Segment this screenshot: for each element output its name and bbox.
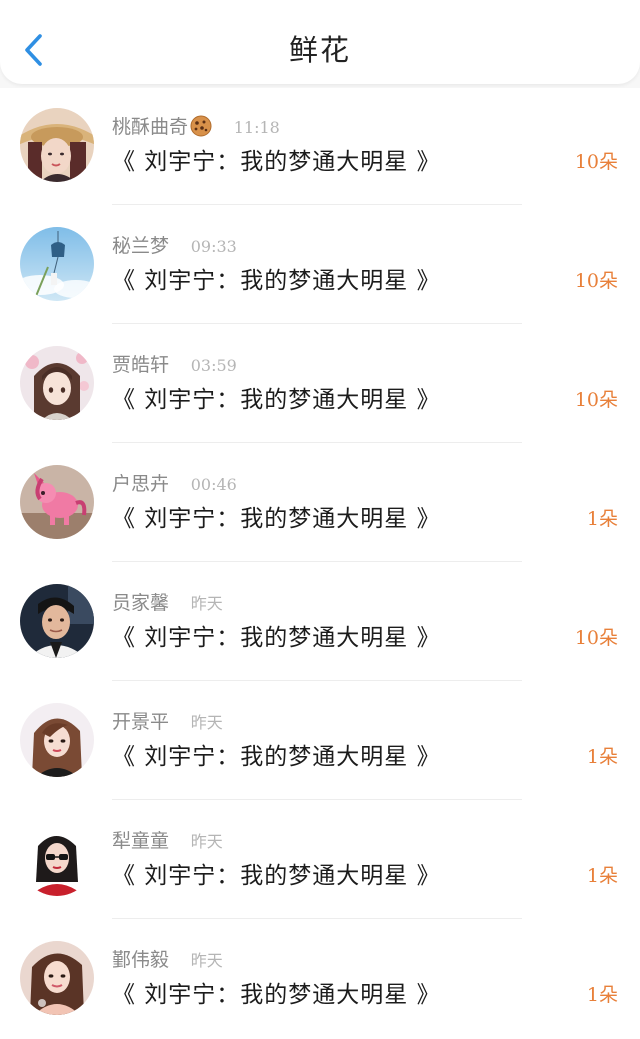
message-text: 《 刘宇宁：我的梦通大明星 》 — [112, 863, 441, 889]
avatar[interactable] — [20, 703, 94, 777]
flower-count: 10朵 — [574, 389, 618, 411]
message-text: 《 刘宇宁：我的梦通大明星 》 — [112, 506, 441, 532]
list-item[interactable]: 犁童童 昨天 《 刘宇宁：我的梦通大明星 》 1朵 — [0, 802, 640, 921]
divider — [112, 204, 522, 205]
top-bar: 鲜花 — [0, 0, 640, 84]
item-meta: 开景平 昨天 — [112, 707, 223, 737]
timestamp: 昨天 — [190, 832, 223, 851]
message-text: 《 刘宇宁：我的梦通大明星 》 — [112, 268, 441, 294]
timestamp: 11:18 — [233, 118, 280, 137]
message-text: 《 刘宇宁：我的梦通大明星 》 — [112, 744, 441, 770]
sender-name: 员家馨 — [112, 592, 170, 614]
item-meta: 秘兰梦 09:33 — [112, 231, 237, 261]
message-text: 《 刘宇宁：我的梦通大明星 》 — [112, 149, 441, 175]
flower-list: 桃酥曲奇 11:18 《 刘宇宁：我的梦通大明星 》 10朵 秘兰梦 09:33… — [0, 88, 640, 1039]
flower-count: 10朵 — [574, 270, 618, 292]
flower-count: 10朵 — [574, 627, 618, 649]
avatar[interactable] — [20, 584, 94, 658]
flowers-page: 鲜花 桃酥曲奇 11:18 《 刘宇宁：我的梦通大明星 》 10朵 秘兰梦 09… — [0, 0, 640, 1039]
avatar[interactable] — [20, 465, 94, 539]
avatar[interactable] — [20, 227, 94, 301]
item-meta: 鄞伟毅 昨天 — [112, 945, 223, 975]
divider — [112, 918, 522, 919]
divider — [112, 323, 522, 324]
message-text: 《 刘宇宁：我的梦通大明星 》 — [112, 625, 441, 651]
divider — [112, 680, 522, 681]
page-title: 鲜花 — [288, 33, 351, 67]
item-meta: 户思卉 00:46 — [112, 469, 237, 499]
avatar[interactable] — [20, 822, 94, 896]
sender-name: 秘兰梦 — [112, 235, 170, 257]
list-item[interactable]: 员家馨 昨天 《 刘宇宁：我的梦通大明星 》 10朵 — [0, 564, 640, 683]
timestamp: 昨天 — [190, 594, 223, 613]
flower-count: 1朵 — [586, 508, 618, 530]
item-meta: 贾皓轩 03:59 — [112, 350, 237, 380]
divider — [112, 799, 522, 800]
message-text: 《 刘宇宁：我的梦通大明星 》 — [112, 387, 441, 413]
flower-count: 1朵 — [586, 865, 618, 887]
timestamp: 昨天 — [190, 713, 223, 732]
list-item[interactable]: 桃酥曲奇 11:18 《 刘宇宁：我的梦通大明星 》 10朵 — [0, 88, 640, 207]
item-meta: 员家馨 昨天 — [112, 588, 223, 618]
divider — [112, 561, 522, 562]
avatar[interactable] — [20, 108, 94, 182]
divider — [112, 442, 522, 443]
list-item[interactable]: 秘兰梦 09:33 《 刘宇宁：我的梦通大明星 》 10朵 — [0, 207, 640, 326]
flower-count: 10朵 — [574, 151, 618, 173]
list-item[interactable]: 户思卉 00:46 《 刘宇宁：我的梦通大明星 》 1朵 — [0, 445, 640, 564]
timestamp: 09:33 — [190, 237, 237, 256]
item-meta: 犁童童 昨天 — [112, 826, 223, 856]
avatar[interactable] — [20, 941, 94, 1015]
sender-name: 开景平 — [112, 711, 170, 733]
message-text: 《 刘宇宁：我的梦通大明星 》 — [112, 982, 441, 1008]
sender-name: 犁童童 — [112, 830, 170, 852]
sender-name: 桃酥曲奇 — [112, 116, 189, 138]
sender-name: 鄞伟毅 — [112, 949, 170, 971]
item-meta: 桃酥曲奇 11:18 — [112, 112, 280, 142]
sender-name: 户思卉 — [112, 473, 170, 495]
list-item[interactable]: 贾皓轩 03:59 《 刘宇宁：我的梦通大明星 》 10朵 — [0, 326, 640, 445]
cookie-icon — [190, 115, 212, 147]
list-item[interactable]: 开景平 昨天 《 刘宇宁：我的梦通大明星 》 1朵 — [0, 683, 640, 802]
timestamp: 03:59 — [190, 356, 237, 375]
timestamp: 昨天 — [190, 951, 223, 970]
sender-name: 贾皓轩 — [112, 354, 170, 376]
flower-count: 1朵 — [586, 984, 618, 1006]
flower-count: 1朵 — [586, 746, 618, 768]
timestamp: 00:46 — [190, 475, 237, 494]
avatar[interactable] — [20, 346, 94, 420]
list-item[interactable]: 鄞伟毅 昨天 《 刘宇宁：我的梦通大明星 》 1朵 — [0, 921, 640, 1039]
